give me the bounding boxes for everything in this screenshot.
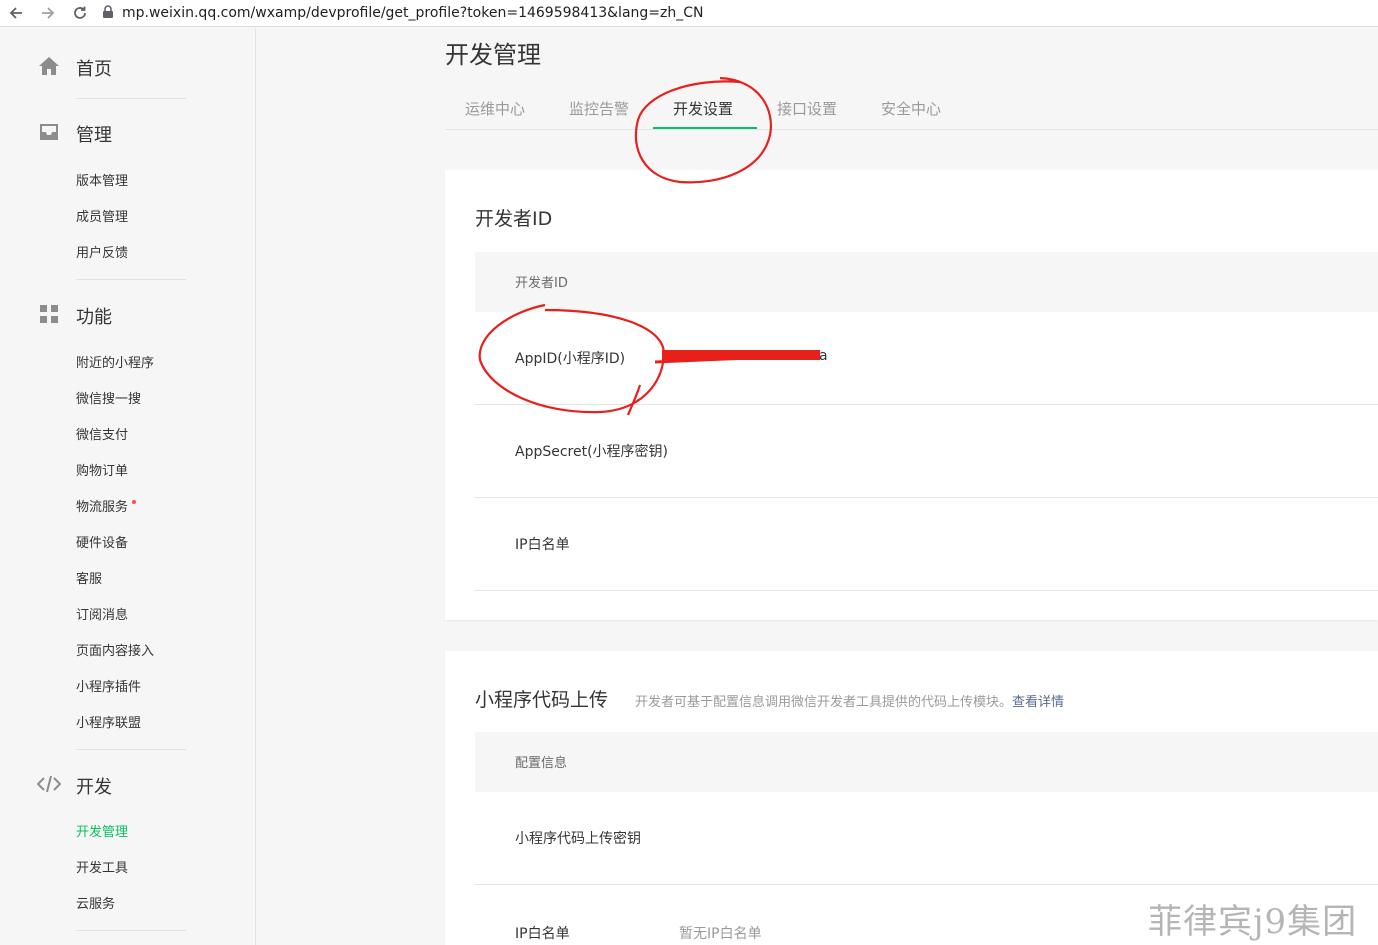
home-icon (37, 54, 61, 78)
card-title: 小程序代码上传 (475, 689, 609, 711)
sidebar-group-develop: 开发 (76, 777, 112, 798)
table-header-label: 开发者ID (515, 276, 568, 291)
tab-api-settings[interactable]: 接口设置 (777, 98, 837, 119)
sidebar-item-alliance[interactable]: 小程序联盟 (76, 714, 141, 734)
sidebar-item-pay[interactable]: 微信支付 (76, 426, 128, 446)
appid-label: AppID(小程序ID) (515, 351, 626, 367)
card-title: 开发者ID (475, 208, 553, 230)
view-details-link[interactable]: 查看详情 (1012, 695, 1064, 710)
sidebar-item-service[interactable]: 客服 (76, 570, 102, 590)
sidebar-group-features: 功能 (76, 307, 112, 328)
sidebar-item-label: 物流服务 (76, 500, 129, 515)
sidebar-item-home[interactable]: 首页 (76, 55, 112, 81)
tab-bar: 运维中心 监控告警 开发设置 接口设置 安全中心 (445, 86, 1378, 130)
row-ip-whitelist: IP白名单 (475, 498, 1378, 591)
ip-whitelist-label: IP白名单 (515, 926, 570, 942)
sidebar-item-members[interactable]: 成员管理 (76, 208, 128, 228)
appid-value: a (819, 348, 828, 364)
back-button[interactable] (0, 0, 32, 27)
ip-whitelist-value: 暂无IP白名单 (679, 926, 762, 942)
code-icon (37, 772, 61, 796)
address-bar[interactable]: mp.weixin.qq.com/wxamp/devprofile/get_pr… (122, 5, 704, 21)
sidebar-item-cloud[interactable]: 云服务 (76, 895, 115, 915)
sidebar-divider (76, 749, 186, 750)
description-text: 开发者可基于配置信息调用微信开发者工具提供的代码上传模块。 (635, 695, 1013, 710)
notification-dot (132, 500, 137, 504)
forward-button[interactable] (32, 0, 64, 27)
reload-button[interactable] (64, 0, 96, 27)
sidebar-item-plugins[interactable]: 小程序插件 (76, 678, 141, 698)
sidebar-item-nearby[interactable]: 附近的小程序 (76, 354, 154, 374)
ip-whitelist-label: IP白名单 (515, 537, 570, 553)
sidebar: 首页 管理 版本管理 成员管理 用户反馈 功能 附近的小程序 微信搜一搜 微信支… (0, 28, 256, 945)
developer-id-card: 开发者ID 开发者ID AppID(小程序ID) a AppSecret(小程序… (445, 170, 1378, 620)
sidebar-divider (76, 279, 186, 280)
sidebar-item-hardware[interactable]: 硬件设备 (76, 534, 128, 554)
back-arrow-icon (9, 7, 22, 19)
inbox-icon (37, 120, 61, 144)
sidebar-item-search[interactable]: 微信搜一搜 (76, 390, 141, 410)
upload-key-label: 小程序代码上传密钥 (515, 831, 641, 847)
tab-active-indicator (653, 127, 757, 129)
sidebar-item-content[interactable]: 页面内容接入 (76, 642, 154, 662)
row-appsecret: AppSecret(小程序密钥) (475, 405, 1378, 498)
appsecret-label: AppSecret(小程序密钥) (515, 444, 669, 460)
sidebar-item-version[interactable]: 版本管理 (76, 172, 128, 192)
watermark: 菲律宾j9集团 (1148, 902, 1358, 942)
reload-icon (74, 6, 86, 19)
tab-monitor[interactable]: 监控告警 (569, 98, 629, 119)
sidebar-divider (76, 930, 186, 931)
table-header: 开发者ID (475, 252, 1378, 312)
sidebar-item-orders[interactable]: 购物订单 (76, 462, 128, 482)
table-header-label: 配置信息 (515, 756, 568, 771)
sidebar-item-subscribe[interactable]: 订阅消息 (76, 606, 128, 626)
sidebar-item-feedback[interactable]: 用户反馈 (76, 244, 128, 264)
row-upload-key: 小程序代码上传密钥 (475, 792, 1378, 885)
table-header: 配置信息 (475, 732, 1378, 792)
page-title: 开发管理 (445, 41, 541, 69)
forward-arrow-icon (42, 7, 55, 19)
sidebar-item-logistics[interactable]: 物流服务 (76, 498, 137, 518)
lock-icon (102, 4, 114, 23)
browser-toolbar: mp.weixin.qq.com/wxamp/devprofile/get_pr… (0, 0, 1378, 27)
row-appid: AppID(小程序ID) a (475, 312, 1378, 405)
tab-ops[interactable]: 运维中心 (465, 98, 525, 119)
card-description: 开发者可基于配置信息调用微信开发者工具提供的代码上传模块。查看详情 (635, 691, 1064, 710)
sidebar-divider (76, 98, 186, 99)
tab-security[interactable]: 安全中心 (881, 98, 941, 119)
grid-icon (37, 302, 61, 326)
sidebar-group-manage: 管理 (76, 125, 112, 146)
tab-dev-settings[interactable]: 开发设置 (673, 98, 733, 119)
sidebar-item-dev-tools[interactable]: 开发工具 (76, 859, 128, 879)
sidebar-item-dev-manage[interactable]: 开发管理 (76, 823, 128, 843)
